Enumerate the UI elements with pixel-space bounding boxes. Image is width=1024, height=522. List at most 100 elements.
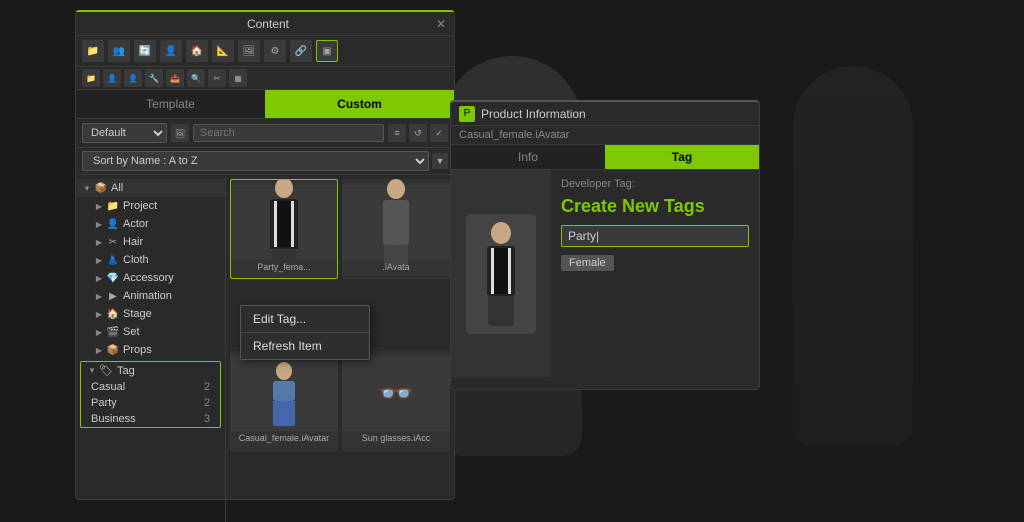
tree-item-stage[interactable]: ▶ 🏠 Stage bbox=[76, 305, 225, 323]
thumb-item-party[interactable]: Party_fema... bbox=[230, 179, 338, 279]
tree-arrow-cloth: ▶ bbox=[94, 255, 104, 265]
toolbar-home-icon[interactable]: 🏠 bbox=[186, 40, 208, 62]
toolbar-row1: 📁 👥 🔄 👤 🏠 📐 🖼 ⚙ 🔗 ▣ bbox=[76, 36, 454, 67]
context-menu-edit-tag[interactable]: Edit Tag... bbox=[241, 306, 369, 332]
tab-custom[interactable]: Custom bbox=[265, 90, 454, 118]
thumb-item-iavatar[interactable]: .iAvata bbox=[342, 179, 450, 279]
search-input[interactable] bbox=[193, 124, 384, 142]
toolbar-box-icon[interactable]: ▣ bbox=[316, 40, 338, 62]
tag-casual-label: Casual bbox=[91, 381, 125, 393]
tree-hair-icon: ✂ bbox=[106, 235, 120, 249]
tab-template[interactable]: Template bbox=[76, 90, 265, 118]
small-search-icon[interactable]: 🔍 bbox=[187, 69, 205, 87]
small-actor-icon[interactable]: 👤 bbox=[103, 69, 121, 87]
product-subtitle: Casual_female.iAvatar bbox=[451, 126, 759, 145]
toolbar-refresh-icon[interactable]: 🔄 bbox=[134, 40, 156, 62]
tag-arrow-icon: ▼ bbox=[87, 366, 97, 376]
tag-label: Tag bbox=[117, 365, 135, 377]
sort-dropdown[interactable]: Sort by Name : A to Z bbox=[82, 151, 429, 171]
small-grid-icon[interactable]: ▦ bbox=[229, 69, 247, 87]
small-actor2-icon[interactable]: 👤 bbox=[124, 69, 142, 87]
developer-tag-label: Developer Tag: bbox=[561, 178, 749, 190]
tree-arrow-all: ▼ bbox=[82, 183, 92, 193]
tree-all-label: All bbox=[111, 182, 219, 194]
product-title: Product Information bbox=[481, 107, 586, 121]
tree-arrow-hair: ▶ bbox=[94, 237, 104, 247]
tree-item-all[interactable]: ▼ 📦 All bbox=[76, 179, 225, 197]
tag-casual-count: 2 bbox=[204, 381, 210, 393]
existing-tag-chip[interactable]: Female bbox=[561, 255, 614, 271]
tree-item-animation[interactable]: ▶ ▶ Animation bbox=[76, 287, 225, 305]
glasses-icon: 👓 bbox=[379, 377, 414, 410]
toolbar-people-icon[interactable]: 👥 bbox=[108, 40, 130, 62]
toolbar-row2: 📁 👤 👤 🔧 📤 🔍 ✂ ▦ bbox=[76, 67, 454, 90]
product-content: Developer Tag: Create New Tags Female bbox=[451, 170, 759, 377]
thumb-item-sunglasses[interactable]: 👓 Sun glasses.iAcc bbox=[342, 351, 450, 451]
close-icon[interactable]: ✕ bbox=[436, 17, 446, 31]
toolbar-link-icon[interactable]: 🔗 bbox=[290, 40, 312, 62]
thumb-casual-image bbox=[230, 356, 338, 431]
toolbar-folder-icon[interactable]: 📁 bbox=[82, 40, 104, 62]
small-folder-icon[interactable]: 📁 bbox=[82, 69, 100, 87]
tag-input[interactable] bbox=[561, 225, 749, 247]
tag-header[interactable]: ▼ 🏷 Tag bbox=[81, 362, 220, 379]
tree-item-hair[interactable]: ▶ ✂ Hair bbox=[76, 233, 225, 251]
toolbar-image-icon[interactable]: 🖼 bbox=[238, 40, 260, 62]
bg-figure-right bbox=[753, 0, 953, 512]
tree-all-icon: 📦 bbox=[94, 181, 108, 195]
tree-item-props[interactable]: ▶ 📦 Props bbox=[76, 341, 225, 359]
content-titlebar: Content ✕ bbox=[76, 12, 454, 36]
context-menu: Edit Tag... Refresh Item bbox=[240, 305, 370, 360]
tag-icon: 🏷 bbox=[99, 364, 113, 377]
thumb-party-label: Party_fema... bbox=[257, 260, 311, 274]
small-cut-icon[interactable]: ✂ bbox=[208, 69, 226, 87]
tree-item-accessory[interactable]: ▶ 💎 Accessory bbox=[76, 269, 225, 287]
tree-arrow-props: ▶ bbox=[94, 345, 104, 355]
toolbar-person-icon[interactable]: 👤 bbox=[160, 40, 182, 62]
thumb-item-casual[interactable]: Casual_female.iAvatar bbox=[230, 351, 338, 451]
product-icon: P bbox=[459, 106, 475, 122]
tree-item-cloth[interactable]: ▶ 👗 Cloth bbox=[76, 251, 225, 269]
sort-row: Sort by Name : A to Z ▼ bbox=[76, 148, 454, 175]
thumb-sunglasses-image: 👓 bbox=[342, 356, 450, 431]
tree-item-set[interactable]: ▶ 🎬 Set bbox=[76, 323, 225, 341]
thumb-casual-label: Casual_female.iAvatar bbox=[239, 431, 329, 445]
tree-actor-icon: 👤 bbox=[106, 217, 120, 231]
toolbar-layout-icon[interactable]: 📐 bbox=[212, 40, 234, 62]
filter-btn2[interactable]: ↺ bbox=[409, 124, 427, 142]
filter-btn3[interactable]: ✓ bbox=[430, 124, 448, 142]
filter-btn1[interactable]: ≡ bbox=[388, 124, 406, 142]
product-tab-info[interactable]: Info bbox=[451, 145, 605, 169]
tag-business-label: Business bbox=[91, 413, 136, 425]
tree-arrow-project: ▶ bbox=[94, 201, 104, 211]
tag-item-casual[interactable]: Casual 2 bbox=[81, 379, 220, 395]
product-tab-tag[interactable]: Tag bbox=[605, 145, 759, 169]
tree-arrow-actor: ▶ bbox=[94, 219, 104, 229]
tag-item-party[interactable]: Party 2 bbox=[81, 395, 220, 411]
product-tab-bar: Info Tag bbox=[451, 145, 759, 170]
filter-row: Default 🖼 ≡ ↺ ✓ bbox=[76, 119, 454, 148]
tree-arrow-animation: ▶ bbox=[94, 291, 104, 301]
tag-business-count: 3 bbox=[204, 413, 210, 425]
sort-desc-icon[interactable]: ▼ bbox=[432, 153, 448, 169]
tree-project-label: Project bbox=[123, 200, 219, 212]
toolbar-gear-icon[interactable]: ⚙ bbox=[264, 40, 286, 62]
default-dropdown[interactable]: Default bbox=[82, 123, 167, 143]
tree-item-actor[interactable]: ▶ 👤 Actor bbox=[76, 215, 225, 233]
tree-item-project[interactable]: ▶ 📁 Project bbox=[76, 197, 225, 215]
thumb-party-image bbox=[231, 185, 337, 260]
small-upload-icon[interactable]: 📤 bbox=[166, 69, 184, 87]
product-titlebar: P Product Information bbox=[451, 102, 759, 126]
tag-item-business[interactable]: Business 3 bbox=[81, 411, 220, 427]
product-figure bbox=[466, 214, 536, 334]
context-menu-refresh[interactable]: Refresh Item bbox=[241, 333, 369, 359]
tree-hair-label: Hair bbox=[123, 236, 219, 248]
content-title: Content bbox=[100, 17, 436, 31]
tree-accessory-icon: 💎 bbox=[106, 271, 120, 285]
small-tool-icon[interactable]: 🔧 bbox=[145, 69, 163, 87]
filter-icon1[interactable]: 🖼 bbox=[171, 124, 189, 142]
tree-cloth-icon: 👗 bbox=[106, 253, 120, 267]
thumb-iavatar-image bbox=[342, 185, 450, 260]
tree-cloth-label: Cloth bbox=[123, 254, 219, 266]
tag-section: ▼ 🏷 Tag Casual 2 Party 2 Business 3 bbox=[80, 361, 221, 428]
